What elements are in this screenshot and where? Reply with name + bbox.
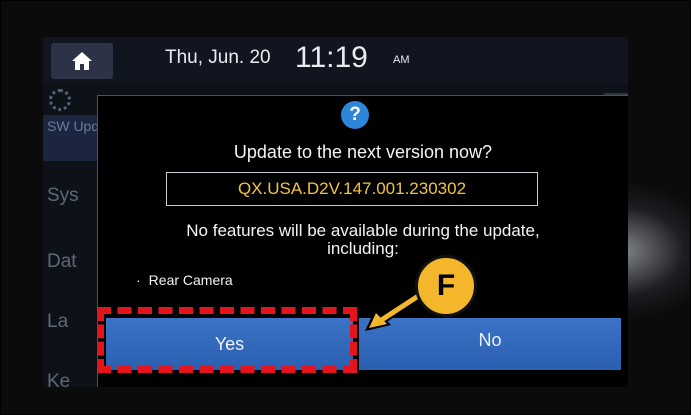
question-icon: ? (341, 101, 369, 129)
sidebar-item-label: SW Upd (47, 118, 100, 134)
version-field: QX.USA.D2V.147.001.230302 (166, 172, 538, 206)
dialog-title: Update to the next version now? (233, 142, 493, 162)
sidebar-item-sw-update[interactable]: SW Upd (43, 115, 103, 161)
status-date: Thu, Jun. 20 (165, 47, 271, 68)
sidebar-item-keyboard[interactable]: Ke (47, 371, 70, 387)
sidebar-item-data[interactable]: Dat (47, 251, 77, 273)
photo-frame: Thu, Jun. 20 11:19 AM SW Upd Sys Dat La … (0, 0, 691, 415)
home-icon (72, 52, 92, 70)
list-item: · Rear Camera (136, 272, 233, 288)
warning-line-2: including: (327, 239, 399, 258)
sidebar-item-language[interactable]: La (47, 311, 68, 333)
callout-badge: F (415, 255, 477, 317)
status-ampm: AM (393, 54, 410, 66)
bullet-marker: · (136, 272, 141, 288)
gear-icon (49, 89, 71, 111)
highlight-box (97, 307, 357, 373)
dialog-warning: No features will be available during the… (108, 222, 618, 258)
status-time: 11:19 (295, 41, 368, 74)
bullet-text: Rear Camera (148, 272, 233, 288)
warning-line-1: No features will be available during the… (186, 221, 540, 240)
sidebar-item-system[interactable]: Sys (47, 185, 79, 207)
settings-sidebar: SW Upd Sys Dat La Ke (43, 83, 103, 387)
status-bar: Thu, Jun. 20 11:19 AM (43, 37, 628, 83)
home-button[interactable] (51, 43, 113, 79)
